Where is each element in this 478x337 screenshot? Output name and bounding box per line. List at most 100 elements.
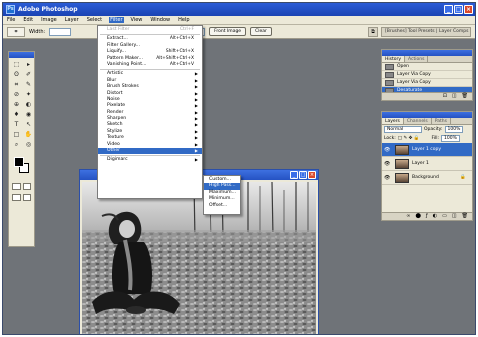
menu-item-label: Noise [107, 96, 120, 102]
document-canvas[interactable] [82, 182, 316, 334]
layers-footer-icon-7[interactable]: 🗑 [462, 213, 468, 220]
minimize-button[interactable]: _ [444, 5, 453, 14]
screen-mode-standard-button[interactable] [12, 194, 21, 201]
tab-paths[interactable]: Paths [432, 118, 451, 124]
menu-image[interactable]: Image [40, 17, 58, 23]
tool-icon-9[interactable]: ⊕ [11, 100, 22, 109]
tool-icon-18[interactable]: ◎ [23, 140, 34, 149]
layers-footer-icon-3[interactable]: ƒ [426, 213, 428, 220]
lock-fill-row: Lock: □ ✎ ✥ 🔒 Fill: 100% [382, 134, 472, 143]
crop-icon[interactable]: ⌗ [7, 26, 25, 37]
width-input[interactable] [49, 27, 72, 36]
file-browser-icon[interactable]: ⧉ [368, 27, 378, 37]
eye-icon[interactable]: 👁 [384, 161, 392, 167]
menu-item-label: Blur [107, 77, 117, 83]
layers-footer-icon-4[interactable]: ◐ [433, 213, 437, 220]
layer-row[interactable]: 👁 Layer 1 copy [382, 143, 472, 157]
eye-icon[interactable]: 👁 [384, 147, 392, 153]
menu-item-label: Pixelate [107, 103, 126, 109]
submenu-arrow-icon: ▶ [194, 157, 198, 163]
palette-well[interactable]: [Brushes] Tool Presets | Layer Comps [381, 27, 471, 37]
history-row[interactable]: Open [382, 63, 472, 71]
menu-item-label: Digimarc [107, 157, 128, 163]
tool-icon-14[interactable]: ↖ [23, 120, 34, 129]
clear-button[interactable]: Clear [250, 27, 272, 36]
menu-item-shortcut: Alt+Ctrl+V [169, 61, 194, 67]
filter-item-digimarc[interactable]: Digimarc ▶ [98, 157, 202, 163]
layer-name: Layer 1 copy [412, 147, 442, 152]
toolbox: ⬚ ▸ ʘ ✐ ⌗ ✎ ⊘ ✦ ⊕ ◐ ♦ ◉ T ↖ □ ✋ ⌕ ◎ [8, 51, 35, 247]
doc-maximize-button[interactable]: □ [299, 171, 307, 179]
foreground-color-swatch[interactable] [14, 157, 24, 167]
tool-icon-3[interactable]: ʘ [11, 70, 22, 79]
history-state-icon [385, 63, 394, 70]
layers-footer-icon-5[interactable]: ▭ [442, 213, 447, 220]
other-item-offset[interactable]: Offset... [204, 203, 240, 209]
doc-minimize-button[interactable]: _ [290, 171, 298, 179]
layers-panel: Layers Channels Paths Normal Opacity: 100%… [381, 111, 473, 221]
screen-mode-full-button[interactable] [22, 194, 31, 201]
menu-item-label: Custom... [209, 177, 231, 182]
quick-mask-modes [9, 181, 34, 192]
menu-window[interactable]: Window [149, 17, 171, 23]
history-state-icon [385, 71, 394, 78]
tool-icon-13[interactable]: T [11, 120, 22, 129]
menu-edit[interactable]: Edit [22, 17, 34, 23]
close-button[interactable]: × [464, 5, 473, 14]
tool-icon-17[interactable]: ⌕ [11, 140, 22, 149]
quick-mask-button[interactable] [22, 183, 31, 190]
layers-footer-icon-2[interactable]: ⬤ [415, 213, 421, 220]
history-footer-icon-2[interactable]: ◫ [452, 93, 457, 100]
menu-item-label: Artistic [107, 71, 124, 77]
menu-layer[interactable]: Layer [64, 17, 80, 23]
lock-icons[interactable]: □ ✎ ✥ 🔒 [398, 136, 420, 141]
menu-view[interactable]: View [130, 17, 144, 23]
eye-icon[interactable]: 👁 [384, 175, 392, 181]
filter-item-vanishing-point[interactable]: Vanishing Point... Alt+Ctrl+V [98, 62, 202, 68]
tab-actions[interactable]: Actions [405, 56, 429, 62]
menu-item-label: Liquify... [107, 49, 126, 55]
layer-row[interactable]: 👁 Background 🔒 [382, 171, 472, 185]
menu-help[interactable]: Help [177, 17, 190, 23]
tab-layers[interactable]: Layers [382, 118, 404, 124]
layer-thumbnail [395, 144, 409, 155]
menu-item-label: Sharpen [107, 116, 127, 122]
history-row[interactable]: Layer Via Copy [382, 79, 472, 87]
filter-item-other[interactable]: Other ▶ [98, 148, 202, 155]
opacity-input[interactable]: 100% [444, 126, 464, 133]
tool-icon-2[interactable]: ▸ [23, 60, 34, 69]
tool-icon-16[interactable]: ✋ [23, 130, 34, 139]
history-row[interactable]: Layer Via Copy [382, 71, 472, 79]
tool-icon-11[interactable]: ♦ [11, 110, 22, 119]
tool-icon-15[interactable]: □ [11, 130, 22, 139]
layer-row[interactable]: 👁 Layer 1 [382, 157, 472, 171]
title-bar: Ps Adobe Photoshop _ □ × [3, 3, 475, 16]
history-footer-icon-3[interactable]: 🗑 [462, 93, 468, 100]
menu-file[interactable]: File [6, 17, 16, 23]
tool-icon-7[interactable]: ⊘ [11, 90, 22, 99]
tool-icon-1[interactable]: ⬚ [11, 60, 22, 69]
tab-history[interactable]: History [382, 56, 406, 62]
tool-icon-10[interactable]: ◐ [23, 100, 34, 109]
doc-close-button[interactable]: × [308, 171, 316, 179]
menu-filter[interactable]: Filter [109, 17, 124, 23]
maximize-button[interactable]: □ [454, 5, 463, 14]
tool-icon-8[interactable]: ✦ [23, 90, 34, 99]
tool-icon-6[interactable]: ✎ [23, 80, 34, 89]
layers-footer-icon-6[interactable]: ◫ [452, 213, 457, 220]
blend-mode-select[interactable]: Normal [384, 126, 422, 133]
front-image-button[interactable]: Front Image [209, 27, 247, 36]
tool-icon-4[interactable]: ✐ [23, 70, 34, 79]
tool-icon-12[interactable]: ◉ [23, 110, 34, 119]
menu-item-label: Extract... [107, 36, 128, 42]
menu-item-label: Video [107, 141, 120, 147]
menu-select[interactable]: Select [86, 17, 103, 23]
layers-tabs: Layers Channels Paths [382, 118, 472, 125]
standard-mode-button[interactable] [12, 183, 21, 190]
layers-footer-icon-1[interactable]: ∞ [406, 213, 410, 220]
photo-girl-in-leaves [82, 182, 316, 334]
tab-channels[interactable]: Channels [404, 118, 432, 124]
tool-icon-5[interactable]: ⌗ [11, 80, 22, 89]
fill-input[interactable]: 100% [441, 135, 460, 142]
history-footer-icon-1[interactable]: ⊡ [443, 93, 447, 100]
